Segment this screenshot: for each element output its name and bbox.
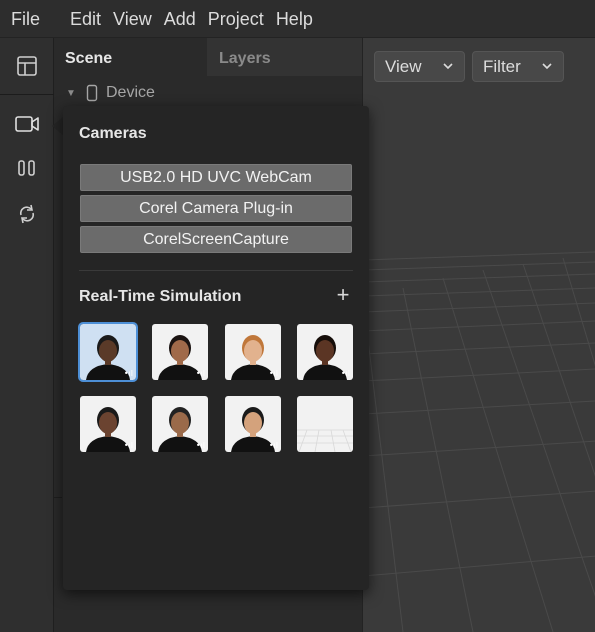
avatar-thumbnail[interactable]: •ıl	[297, 324, 353, 380]
tracking-badge: •ıl	[123, 441, 133, 450]
tab-layers[interactable]: Layers	[207, 38, 362, 76]
device-icon	[86, 84, 98, 102]
menu-edit[interactable]: Edit	[64, 0, 107, 38]
layout-icon	[17, 56, 37, 76]
cameras-heading: Cameras	[79, 125, 147, 142]
toolbar-divider	[0, 94, 54, 95]
tree-item-label: Device	[106, 84, 155, 101]
avatar-thumbnail[interactable]: •ıl	[152, 396, 208, 452]
sync-icon	[19, 204, 35, 224]
panel-tabs: Scene Layers	[54, 38, 362, 76]
camera-button[interactable]	[0, 104, 54, 144]
layout-button[interactable]	[0, 46, 54, 86]
menu-project[interactable]: Project	[202, 0, 270, 38]
avatar-empty[interactable]	[297, 396, 353, 452]
avatar-thumbnail[interactable]: •ıl	[80, 396, 136, 452]
camera-option-corel-plugin[interactable]: Corel Camera Plug-in	[80, 195, 352, 222]
tracking-badge: •ıl	[340, 369, 350, 378]
popup-divider	[79, 270, 353, 271]
caret-down-icon[interactable]: ▼	[66, 88, 80, 99]
sync-button[interactable]	[0, 194, 54, 234]
avatar-thumbnail[interactable]: •ıl	[78, 322, 138, 382]
avatar-thumbnail[interactable]: •ıl	[225, 324, 281, 380]
camera-option-screen-capture[interactable]: CorelScreenCapture	[80, 226, 352, 253]
grid-floor	[363, 251, 595, 632]
chevron-down-icon	[443, 63, 453, 70]
tree-item-device[interactable]: ▼ Device	[66, 82, 155, 104]
camera-option-webcam[interactable]: USB2.0 HD UVC WebCam	[80, 164, 352, 191]
filter-dropdown[interactable]: Filter	[472, 51, 564, 82]
avatar-thumbnail[interactable]: •ıl	[225, 396, 281, 452]
menu-bar: File Edit View Add Project Help	[0, 0, 595, 38]
view-dropdown[interactable]: View	[374, 51, 465, 82]
avatar-thumbnail[interactable]: •ıl	[152, 324, 208, 380]
tracking-badge: •ıl	[195, 441, 205, 450]
panel-divider	[54, 497, 62, 498]
tracking-badge: •ıl	[123, 369, 133, 378]
menu-add[interactable]: Add	[158, 0, 202, 38]
add-simulation-button[interactable]: +	[333, 284, 353, 306]
pause-button[interactable]	[0, 148, 54, 188]
view-dropdown-label: View	[385, 56, 422, 76]
menu-view[interactable]: View	[107, 0, 158, 38]
camera-popup: Cameras USB2.0 HD UVC WebCam Corel Camer…	[63, 106, 369, 590]
camera-icon	[15, 116, 39, 132]
menu-file[interactable]: File	[0, 0, 46, 38]
popup-pointer	[52, 117, 63, 135]
grid-placeholder-icon	[297, 429, 353, 452]
chevron-down-icon	[542, 63, 552, 70]
simulation-heading: Real-Time Simulation	[79, 288, 242, 305]
tracking-badge: •ıl	[195, 369, 205, 378]
menu-help[interactable]: Help	[270, 0, 319, 38]
tracking-badge: •ıl	[268, 369, 278, 378]
tab-scene[interactable]: Scene	[54, 38, 207, 76]
pause-icon	[18, 160, 35, 176]
tracking-badge: •ıl	[268, 441, 278, 450]
viewport[interactable]: View Filter	[362, 38, 595, 632]
filter-dropdown-label: Filter	[483, 56, 521, 76]
left-toolbar	[0, 38, 54, 632]
